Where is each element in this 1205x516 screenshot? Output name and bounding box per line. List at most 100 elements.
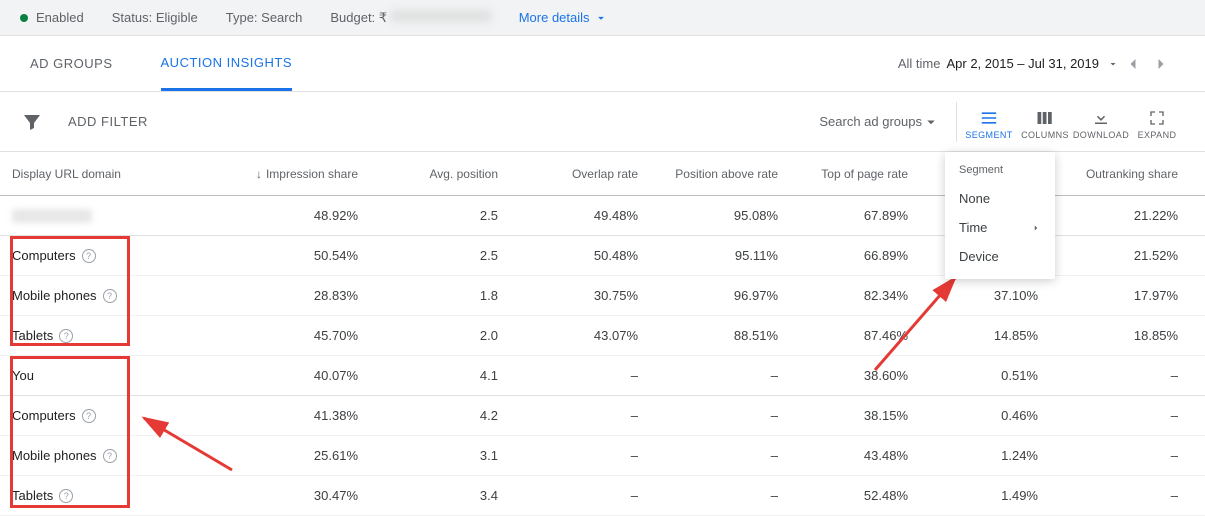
cell-value: 21.52%: [1050, 248, 1190, 263]
cell-value: 2.0: [370, 328, 510, 343]
table-row: Tablets?30.47%3.4––52.48%1.49%–: [0, 476, 1205, 516]
more-details-link[interactable]: More details: [519, 10, 608, 25]
cell-value: –: [650, 488, 790, 503]
cell-value: 3.4: [370, 488, 510, 503]
cell-value: 88.51%: [650, 328, 790, 343]
type-item: Type: Search: [226, 10, 303, 25]
cell-value: 96.97%: [650, 288, 790, 303]
cell-value: –: [650, 408, 790, 423]
cell-value: 48.92%: [220, 208, 370, 223]
expand-tool-button[interactable]: EXPAND: [1129, 104, 1185, 140]
table-toolbar: ADD FILTER Search ad groups SEGMENT COLU…: [0, 92, 1205, 152]
dropdown-triangle-icon: [922, 113, 940, 131]
cell-value: 43.48%: [790, 448, 920, 463]
cell-value: 30.75%: [510, 288, 650, 303]
filter-icon[interactable]: [20, 110, 44, 134]
cell-value: 21.22%: [1050, 208, 1190, 223]
date-prev-button[interactable]: [1119, 50, 1147, 78]
cell-domain: Mobile phones?: [0, 448, 220, 463]
col-overlap-rate[interactable]: Overlap rate: [510, 167, 650, 181]
cell-domain: Computers?: [0, 248, 220, 263]
cell-value: 30.47%: [220, 488, 370, 503]
budget-value-redacted: [391, 10, 491, 22]
cell-value: 95.11%: [650, 248, 790, 263]
cell-value: 45.70%: [220, 328, 370, 343]
cell-value: –: [650, 368, 790, 383]
cell-value: –: [510, 368, 650, 383]
cell-value: –: [1050, 448, 1190, 463]
cell-value: 18.85%: [1050, 328, 1190, 343]
help-icon[interactable]: ?: [59, 329, 73, 343]
redacted-domain: [12, 209, 92, 223]
cell-value: 0.51%: [920, 368, 1050, 383]
cell-value: 66.89%: [790, 248, 920, 263]
chevron-right-icon: [1151, 54, 1171, 74]
cell-domain: [0, 209, 220, 223]
download-tool-button[interactable]: DOWNLOAD: [1073, 104, 1129, 140]
expand-icon: [1149, 110, 1165, 126]
help-icon[interactable]: ?: [103, 449, 117, 463]
cell-value: –: [650, 448, 790, 463]
cell-value: 1.49%: [920, 488, 1050, 503]
cell-value: 28.83%: [220, 288, 370, 303]
segment-option-device[interactable]: Device: [945, 242, 1055, 271]
cell-value: 38.60%: [790, 368, 920, 383]
date-range-control[interactable]: All time Apr 2, 2015 – Jul 31, 2019: [898, 50, 1175, 78]
segment-tool-button[interactable]: SEGMENT: [961, 104, 1017, 140]
search-ad-groups-dropdown[interactable]: Search ad groups: [819, 113, 940, 131]
help-icon[interactable]: ?: [82, 409, 96, 423]
cell-value: 49.48%: [510, 208, 650, 223]
cell-value: 95.08%: [650, 208, 790, 223]
cell-value: 50.48%: [510, 248, 650, 263]
chevron-down-icon: [594, 11, 608, 25]
campaign-status-bar: Enabled Status: Eligible Type: Search Bu…: [0, 0, 1205, 36]
col-top-of-page[interactable]: Top of page rate: [790, 167, 920, 181]
cell-value: 1.8: [370, 288, 510, 303]
chevron-left-icon: [1123, 54, 1143, 74]
cell-value: –: [510, 448, 650, 463]
cell-value: 37.10%: [920, 288, 1050, 303]
cell-domain: Mobile phones?: [0, 288, 220, 303]
col-domain[interactable]: Display URL domain: [0, 167, 220, 181]
cell-value: 87.46%: [790, 328, 920, 343]
cell-value: 67.89%: [790, 208, 920, 223]
segment-option-time[interactable]: Time: [945, 213, 1055, 242]
cell-value: 50.54%: [220, 248, 370, 263]
cell-value: 82.34%: [790, 288, 920, 303]
cell-value: –: [510, 408, 650, 423]
col-outranking[interactable]: Outranking share: [1050, 167, 1190, 181]
table-row: Tablets?45.70%2.043.07%88.51%87.46%14.85…: [0, 316, 1205, 356]
cell-value: 4.1: [370, 368, 510, 383]
table-row: Mobile phones?28.83%1.830.75%96.97%82.34…: [0, 276, 1205, 316]
table-row: Mobile phones?25.61%3.1––43.48%1.24%–: [0, 436, 1205, 476]
add-filter-button[interactable]: ADD FILTER: [68, 114, 148, 129]
cell-value: 4.2: [370, 408, 510, 423]
segment-popup: Segment None Time Device: [945, 152, 1055, 279]
divider: [956, 102, 957, 142]
segment-popup-title: Segment: [945, 160, 1055, 184]
tab-ad-groups[interactable]: AD GROUPS: [30, 38, 113, 89]
help-icon[interactable]: ?: [103, 289, 117, 303]
table-row: Computers?41.38%4.2––38.15%0.46%–: [0, 396, 1205, 436]
table-row: You40.07%4.1––38.60%0.51%–: [0, 356, 1205, 396]
cell-value: 17.97%: [1050, 288, 1190, 303]
cell-domain: You: [0, 368, 220, 383]
cell-value: 1.24%: [920, 448, 1050, 463]
cell-value: 52.48%: [790, 488, 920, 503]
enabled-label: Enabled: [36, 10, 84, 25]
status-item: Status: Eligible: [112, 10, 198, 25]
cell-domain: Computers?: [0, 408, 220, 423]
cell-domain: Tablets?: [0, 328, 220, 343]
date-next-button[interactable]: [1147, 50, 1175, 78]
help-icon[interactable]: ?: [59, 489, 73, 503]
help-icon[interactable]: ?: [82, 249, 96, 263]
tab-auction-insights[interactable]: AUCTION INSIGHTS: [161, 37, 293, 91]
col-avg-position[interactable]: Avg. position: [370, 167, 510, 181]
cell-value: 43.07%: [510, 328, 650, 343]
cell-value: –: [1050, 488, 1190, 503]
columns-tool-button[interactable]: COLUMNS: [1017, 104, 1073, 140]
segment-option-none[interactable]: None: [945, 184, 1055, 213]
cell-value: 38.15%: [790, 408, 920, 423]
col-impression-share[interactable]: ↓Impression share: [220, 167, 370, 181]
col-position-above[interactable]: Position above rate: [650, 167, 790, 181]
